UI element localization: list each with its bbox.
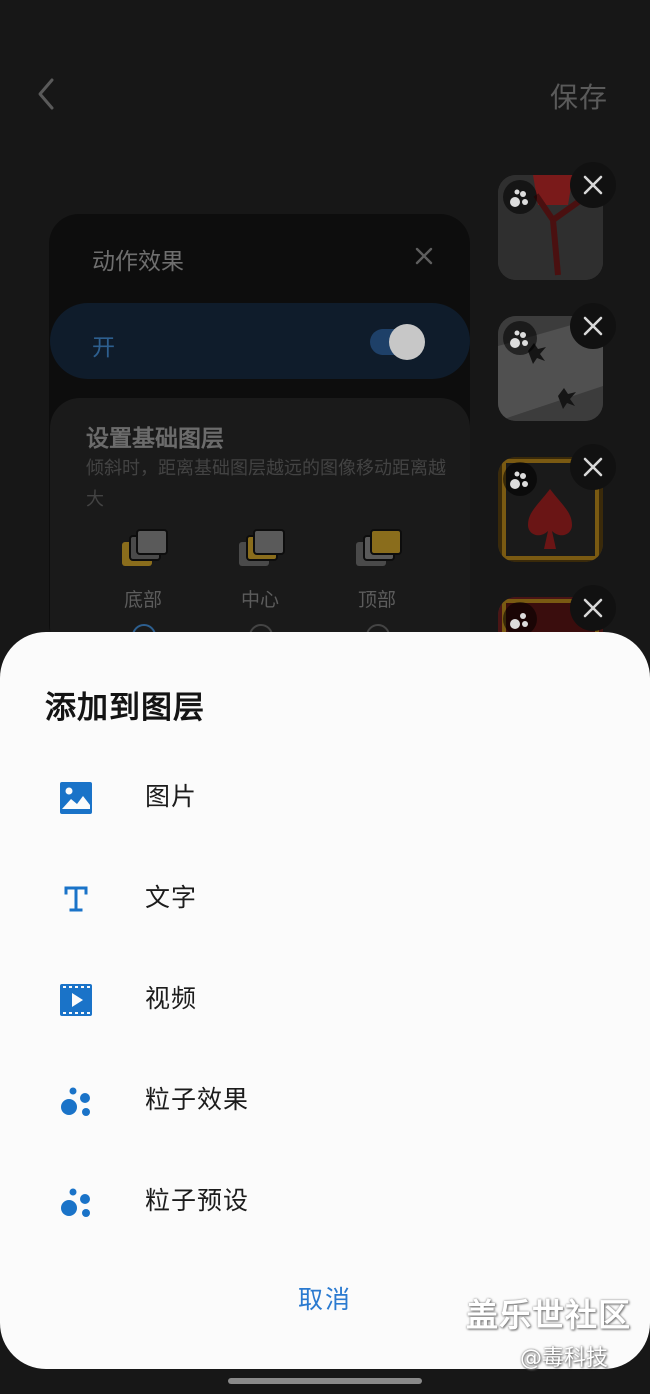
toggle-knob: [389, 324, 425, 360]
toggle-label: 开: [92, 335, 115, 361]
cancel-button[interactable]: 取消: [260, 1280, 390, 1316]
layers-center-icon[interactable]: [237, 528, 285, 570]
particle-preset-icon: [58, 1184, 94, 1220]
panel-title: 动作效果: [92, 249, 184, 275]
watermark-title: 盖乐世社区: [466, 1296, 632, 1334]
menu-item-label: 视频: [145, 984, 198, 1013]
menu-item-label: 粒子效果: [145, 1085, 250, 1114]
image-icon: [58, 780, 94, 816]
watermark-author: @毒科技: [520, 1346, 609, 1371]
remove-layer-close-icon[interactable]: [570, 303, 616, 349]
base-layer-description: 倾斜时，距离基础图层越远的图像移动距离越大: [86, 458, 446, 510]
particle-icon: [58, 1083, 94, 1119]
layer-option-bottom[interactable]: 底部: [103, 585, 183, 612]
video-icon: [58, 982, 94, 1018]
layers-top-icon[interactable]: [354, 528, 402, 570]
remove-layer-close-icon[interactable]: [570, 585, 616, 631]
menu-item-video[interactable]: 视频: [0, 949, 650, 1050]
base-layer-title: 设置基础图层: [86, 426, 224, 452]
menu-item-particle-effect[interactable]: 粒子效果: [0, 1050, 650, 1151]
menu-item-text[interactable]: 文字: [0, 848, 650, 949]
layer-option-top[interactable]: 顶部: [337, 585, 417, 612]
menu-item-label: 粒子预设: [145, 1186, 250, 1215]
layer-option-center[interactable]: 中心: [220, 585, 300, 612]
home-indicator[interactable]: [228, 1378, 422, 1384]
back-arrow-icon[interactable]: [30, 74, 66, 114]
remove-layer-close-icon[interactable]: [570, 444, 616, 490]
menu-item-image[interactable]: 图片: [0, 747, 650, 848]
close-icon[interactable]: [412, 244, 436, 268]
sheet-title: 添加到图层: [45, 690, 205, 726]
text-icon: [58, 881, 94, 917]
menu-item-label: 图片: [145, 782, 198, 811]
remove-layer-close-icon[interactable]: [570, 162, 616, 208]
menu-item-label: 文字: [145, 883, 198, 912]
menu-item-particle-preset[interactable]: 粒子预设: [0, 1151, 650, 1252]
save-button[interactable]: 保存: [550, 76, 608, 116]
layers-bottom-icon[interactable]: [120, 528, 168, 570]
